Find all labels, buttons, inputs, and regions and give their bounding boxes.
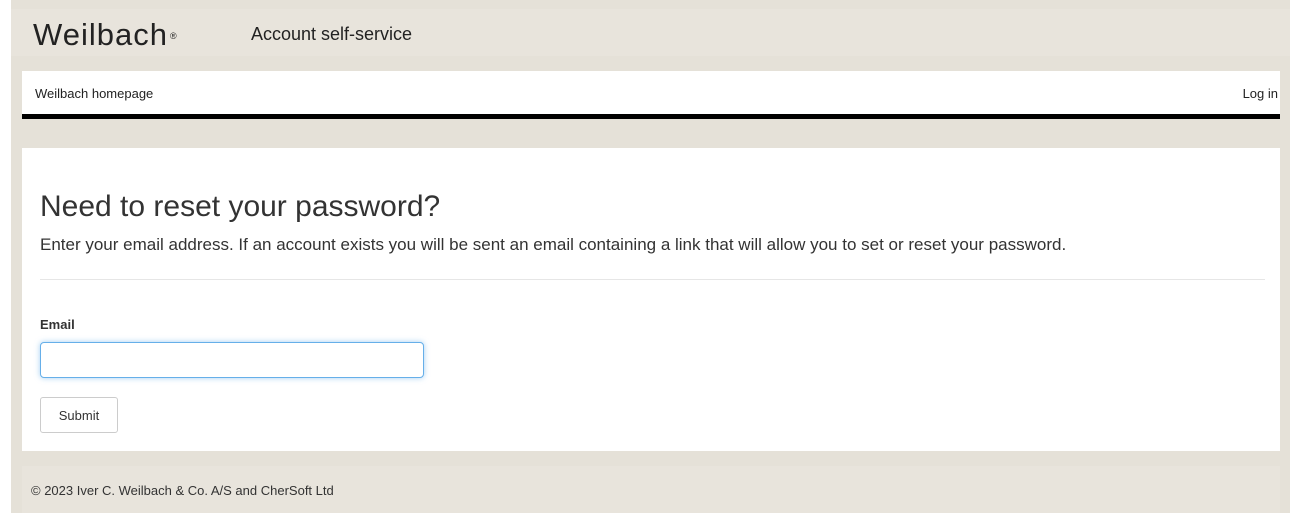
reset-password-panel: Need to reset your password? Enter your … [22,148,1280,451]
email-input[interactable] [40,342,424,378]
site-footer: © 2023 Iver C. Weilbach & Co. A/S and Ch… [22,466,1280,513]
weilbach-homepage-link[interactable]: Weilbach homepage [35,86,153,101]
site-title: Account self-service [251,24,413,44]
page-title: Need to reset your password? [40,190,441,223]
log-in-link[interactable]: Log in [1243,86,1278,101]
email-label: Email [40,317,75,332]
top-nav-bar: Weilbach homepage Log in [22,71,1280,119]
site-header: Weilbach ® Account self-service [11,9,1290,56]
weilbach-logo: Weilbach ® [33,19,178,50]
logo-text: Weilbach [33,17,168,52]
logo-registered-mark: ® [169,31,178,41]
divider [40,279,1265,280]
copyright-text: © 2023 Iver C. Weilbach & Co. A/S and Ch… [31,483,334,498]
submit-button[interactable]: Submit [40,397,118,433]
page-background: Weilbach ® Account self-service Weilbach … [11,0,1290,513]
page-description: Enter your email address. If an account … [40,235,1067,254]
